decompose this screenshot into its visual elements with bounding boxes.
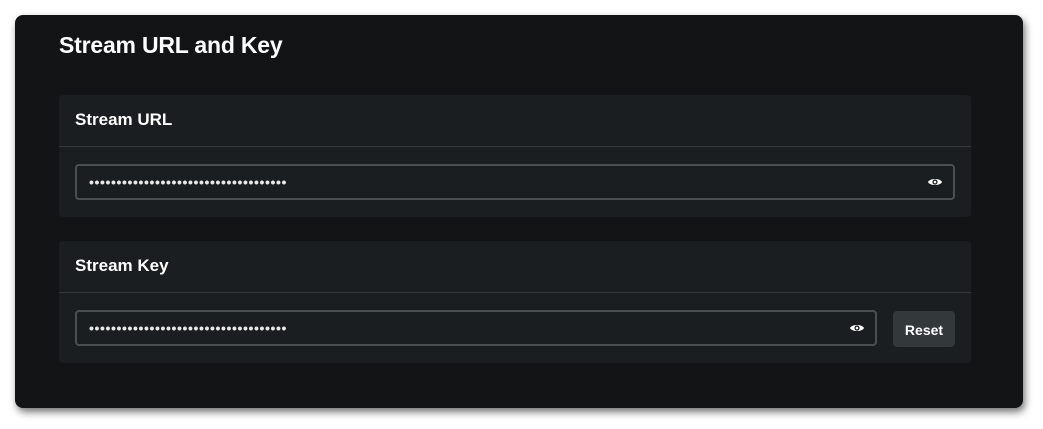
stream-url-masked-value: •••••••••••••••••••••••••••••••••••• xyxy=(89,174,288,190)
stream-url-card-header: Stream URL xyxy=(59,95,971,147)
stream-key-masked-value: •••••••••••••••••••••••••••••••••••• xyxy=(89,320,288,336)
stream-url-card: Stream URL •••••••••••••••••••••••••••••… xyxy=(59,95,971,217)
stream-url-field[interactable]: •••••••••••••••••••••••••••••••••••• xyxy=(75,164,955,200)
eye-icon[interactable] xyxy=(927,175,943,189)
stream-key-card: Stream Key •••••••••••••••••••••••••••••… xyxy=(59,241,971,363)
stream-key-label: Stream Key xyxy=(75,256,169,275)
reset-button[interactable]: Reset xyxy=(893,311,955,347)
stream-url-key-panel: Stream URL and Key Stream URL ••••••••••… xyxy=(15,15,1023,408)
stream-key-field[interactable]: •••••••••••••••••••••••••••••••••••• xyxy=(75,310,877,346)
stream-url-label: Stream URL xyxy=(75,110,173,129)
panel-title: Stream URL and Key xyxy=(59,32,283,58)
stream-key-card-header: Stream Key xyxy=(59,241,971,293)
eye-icon[interactable] xyxy=(849,321,865,335)
eye-icon-glyph xyxy=(850,325,864,331)
eye-icon-glyph xyxy=(928,179,942,185)
